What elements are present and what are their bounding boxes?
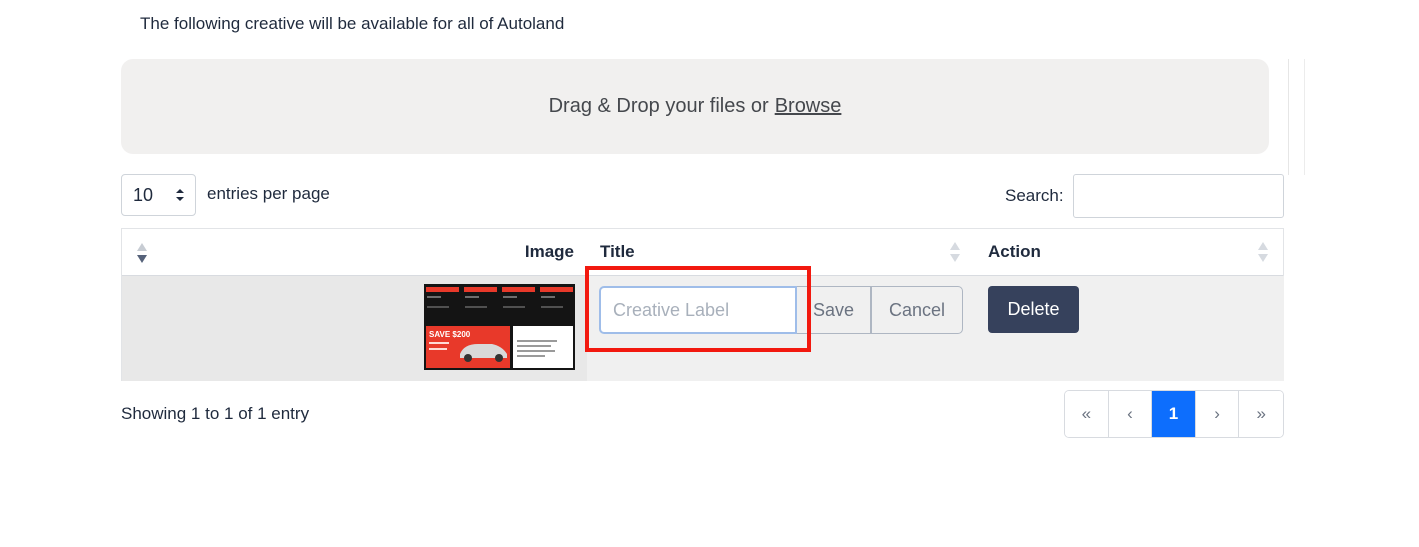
previous-page-button[interactable]: ‹ xyxy=(1108,391,1153,437)
first-page-button[interactable]: « xyxy=(1065,391,1109,437)
creative-thumbnail-image: SAVE $200 xyxy=(424,284,575,370)
table-row: SAVE $200 Creative Label Save Cancel Del… xyxy=(122,276,1284,381)
table-header: Image Title Action xyxy=(122,229,1283,276)
svg-text:SAVE $200: SAVE $200 xyxy=(429,330,471,339)
entries-per-page-value: 10 xyxy=(133,184,154,205)
current-page-button[interactable]: 1 xyxy=(1152,391,1196,437)
search-input[interactable] xyxy=(1073,174,1284,218)
select-arrows-icon xyxy=(176,189,184,201)
creative-label-input[interactable]: Creative Label xyxy=(599,286,797,334)
delete-button[interactable]: Delete xyxy=(988,286,1079,333)
last-page-button[interactable]: » xyxy=(1239,391,1283,437)
sort-icon[interactable] xyxy=(1257,240,1269,264)
column-header-image[interactable]: Image xyxy=(525,242,574,262)
sort-icon[interactable] xyxy=(136,241,148,265)
sort-icon[interactable] xyxy=(949,240,961,264)
scrollbar-track[interactable] xyxy=(1288,59,1305,175)
dropzone-text: Drag & Drop your files or xyxy=(548,95,769,117)
intro-text: The following creative will be available… xyxy=(140,14,565,33)
creative-table: Image Title Action SAVE $200 Creative La… xyxy=(121,228,1284,381)
cancel-button[interactable]: Cancel xyxy=(871,286,963,334)
column-header-action[interactable]: Action xyxy=(988,242,1041,262)
save-button[interactable]: Save xyxy=(797,286,871,334)
entries-info: Showing 1 to 1 of 1 entry xyxy=(121,404,310,423)
browse-link[interactable]: Browse xyxy=(775,95,842,118)
pagination: « ‹ 1 › » xyxy=(1064,390,1284,438)
column-header-title[interactable]: Title xyxy=(600,242,635,262)
entries-per-page-select[interactable]: 10 xyxy=(121,174,196,216)
creative-thumbnail[interactable]: SAVE $200 xyxy=(424,284,575,370)
search-label: Search: xyxy=(1005,186,1064,205)
file-dropzone[interactable]: Drag & Drop your files or Browse xyxy=(121,59,1269,154)
entries-per-page-label: entries per page xyxy=(207,184,330,203)
next-page-button[interactable]: › xyxy=(1195,391,1240,437)
